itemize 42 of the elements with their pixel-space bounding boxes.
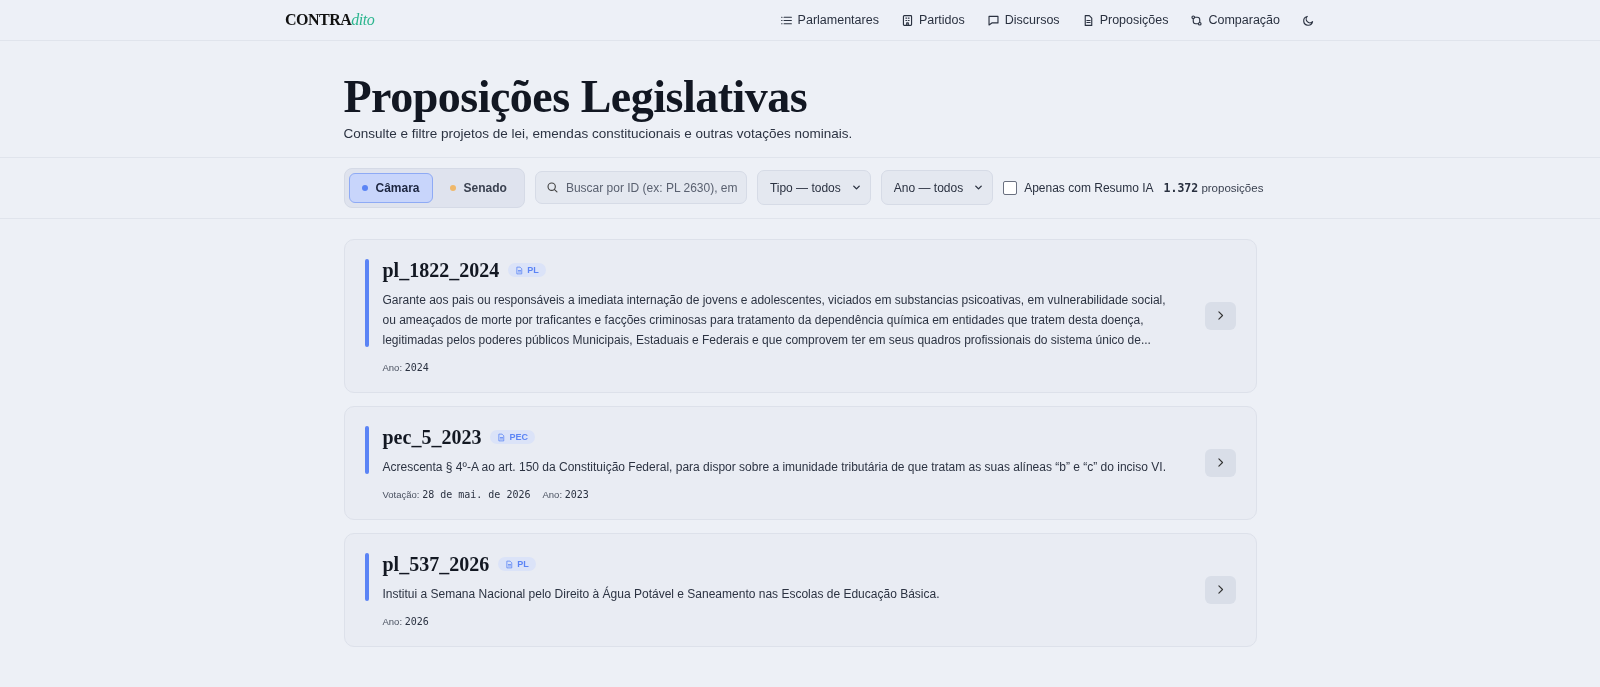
nav-link[interactable]: Proposições	[1081, 13, 1169, 27]
meta-item: Votação: 28 de mai. de 2026	[382, 488, 531, 500]
proposition-id: pl_537_2026	[382, 552, 490, 576]
type-tag: PL	[498, 557, 536, 572]
meta-item: Ano: 2023	[542, 488, 589, 500]
checkbox[interactable]	[1003, 180, 1018, 195]
type-tag: PEC	[490, 430, 535, 445]
house-tab[interactable]: Senado	[436, 172, 520, 203]
dropdown[interactable]: Ano — todos	[880, 170, 994, 206]
logo[interactable]: CONTRAdito	[285, 11, 375, 29]
proposition-description: Garante aos pais ou responsáveis a imediata internação de jovens e adolescentes, viciados em substancias psicoativas, em vulnerabilidade social, ou ameaçados de morte por traficantes e facções criminosas para tratamento da dependência química em entidades que tratem desta doença, legitimadas pelos poderes públicos Municipais, Estaduais e Federais e que comprovem ter em seus quadros profissionais do sistema único de...	[382, 291, 1167, 349]
dropdown[interactable]: Tipo — todos	[756, 170, 871, 206]
page-subtitle: Consulte e filtre projetos de lei, emendas constitucionais e outras votações nominais.	[343, 125, 854, 141]
meta-item: Ano: 2024	[382, 361, 429, 373]
document-icon	[515, 265, 525, 275]
meta-item: Ano: 2026	[382, 615, 429, 627]
building-icon	[900, 13, 914, 27]
document-icon	[497, 432, 507, 442]
compare-arrows-icon	[1190, 13, 1204, 27]
house-tab[interactable]: Câmara	[348, 172, 433, 203]
checkbox-label[interactable]: Apenas com Resumo IA	[1024, 180, 1154, 195]
proposition-card[interactable]	[343, 238, 1257, 393]
moon-icon[interactable]	[1302, 13, 1315, 27]
search-icon	[545, 181, 559, 195]
proposition-id: pl_1822_2024	[382, 258, 500, 282]
proposition-card[interactable]: pl_537_2026 PL Institui a Semana Nacional pelo Direito à Água Potável e Saneamento nas Escolas de Educação Básica. Ano: 2026	[343, 532, 1257, 647]
nav-link[interactable]: Parlamentares	[779, 13, 879, 27]
proposition-description: Institui a Semana Nacional pelo Direito à Água Potável e Saneamento nas Escolas de Educação Básica.	[382, 585, 941, 603]
speech-bubble-icon	[986, 13, 1000, 27]
nav-link[interactable]: Discursos	[986, 13, 1060, 27]
proposition-id: pec_5_2023	[382, 425, 482, 449]
proposition-card[interactable]	[343, 405, 1257, 520]
nav-link[interactable]: Partidos	[900, 13, 965, 27]
result-count: 1.372 proposições	[1163, 180, 1264, 195]
accent-bar	[364, 425, 369, 474]
accent-bar	[364, 552, 369, 601]
page-title: Proposições Legislativas	[343, 71, 809, 124]
type-tag: PL	[508, 263, 546, 278]
document-icon	[505, 559, 515, 569]
search-field[interactable]: Buscar por ID (ex: PL 2630), em	[534, 171, 747, 205]
proposition-description: Acrescenta § 4º-A ao art. 150 da Constituição Federal, para dispor sobre a imunidade tributária de que tratam as suas alíneas “b” e “c” do inciso VI.	[382, 458, 1167, 476]
nav-link[interactable]: Comparação	[1190, 13, 1280, 27]
